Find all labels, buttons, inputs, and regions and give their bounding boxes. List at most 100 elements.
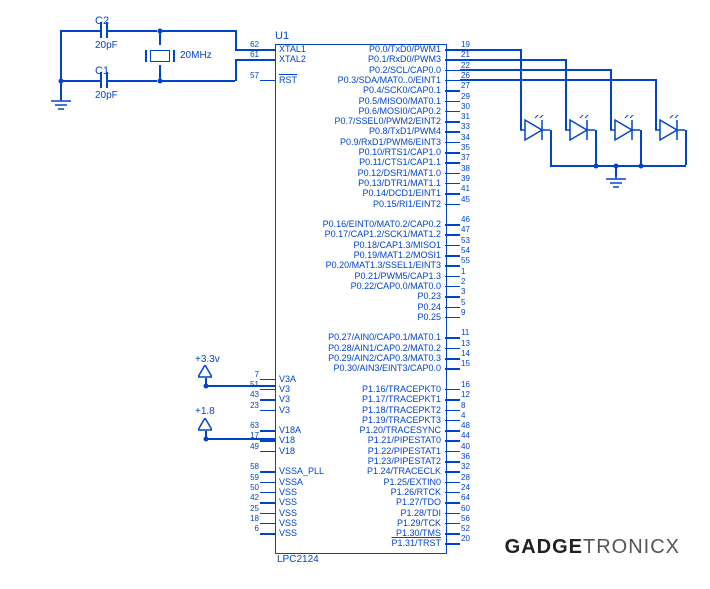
pin-num: 2: [461, 277, 465, 286]
pin-label: VSS: [279, 528, 297, 538]
pin-num: 15: [461, 359, 470, 368]
pin-label: P0.11/CTS1/CAP1.1: [359, 157, 441, 167]
pin-num: 13: [461, 339, 470, 348]
pin-label: P1.18/TRACEPKT2: [362, 405, 441, 415]
pin-num: 46: [461, 215, 470, 224]
pin-label: P0.3/SDA/MAT0..0/EINT1: [338, 75, 441, 85]
pin-num: 37: [461, 153, 470, 162]
pin-num: 59: [245, 473, 259, 482]
pin-label: VSS: [279, 487, 297, 497]
pin-num: 62: [245, 40, 259, 49]
pin-num: 31: [461, 112, 470, 121]
pin-label: P0.23: [417, 291, 441, 301]
pin-num: 61: [245, 50, 259, 59]
led-2: [565, 115, 605, 155]
pin-num: 53: [461, 236, 470, 245]
pin-num: 8: [461, 401, 465, 410]
pin-label: P0.25: [417, 312, 441, 322]
pin-label: P0.29/AIN2/CAP0.3/MAT0.3: [328, 353, 441, 363]
pin-num: 30: [461, 102, 470, 111]
pin-label: VSSA: [279, 477, 303, 487]
pin-label: P1.26/RTCK: [391, 487, 441, 497]
pin-label: P1.23/PIPESTAT2: [368, 456, 441, 466]
pin-label: XTAL1: [279, 44, 306, 54]
pin-label: P1.22/PIPESTAT1: [368, 446, 441, 456]
pin-label: P0.1/RxD0/PWM3: [368, 54, 441, 64]
ground-icon: [600, 176, 632, 190]
pin-label: P0.14/DCD1/EINT1: [362, 188, 441, 198]
pin-num: 7: [245, 370, 259, 379]
pin-num: 43: [245, 390, 259, 399]
pin-num: 18: [245, 514, 259, 523]
pin-label: V3A: [279, 374, 296, 384]
c1-val: 20pF: [95, 90, 118, 101]
pin-label: VSS: [279, 508, 297, 518]
pin-label: P0.10/RTS1/CAP1.0: [359, 147, 441, 157]
pin-num: 34: [461, 133, 470, 142]
led-3: [610, 115, 650, 155]
pin-label: VSSA_PLL: [279, 466, 324, 476]
pin-num: 28: [461, 473, 470, 482]
pin-num: 6: [245, 524, 259, 533]
pin-label: V18A: [279, 425, 301, 435]
pin-num: 36: [461, 452, 470, 461]
pin-num: 54: [461, 246, 470, 255]
pin-label: P1.31/TRST: [391, 538, 441, 548]
pin-label: P0.19/MAT1.2/MOSI1: [354, 250, 441, 260]
pin-num: 48: [461, 421, 470, 430]
pin-num: 16: [461, 380, 470, 389]
pin-label: P0.16/EINT0/MAT0.2/CAP0.2: [323, 219, 441, 229]
pin-num: 55: [461, 256, 470, 265]
pin-label: P1.17/TRACEPKT1: [362, 394, 441, 404]
crystal: [150, 50, 170, 62]
pin-label: V3: [279, 394, 290, 404]
pin-label: P1.29/TCK: [397, 518, 441, 528]
pin-label: P0.15/RI1/EINT2: [373, 199, 441, 209]
pin-label: VSS: [279, 497, 297, 507]
pin-num: 23: [245, 401, 259, 410]
pin-label: P0.18/CAP1.3/MISO1: [353, 240, 441, 250]
pin-num: 12: [461, 390, 470, 399]
pin-num: 19: [461, 40, 470, 49]
pin-num: 27: [461, 81, 470, 90]
pin-num: 49: [245, 442, 259, 451]
pin-label: P1.28/TDI: [400, 508, 441, 518]
pin-num: 41: [461, 184, 470, 193]
pin-label: V18: [279, 435, 295, 445]
pin-num: 29: [461, 92, 470, 101]
pin-num: 56: [461, 514, 470, 523]
v18-label: +1.8: [195, 406, 215, 417]
pin-num: 1: [461, 267, 465, 276]
pin-label: P0.22/CAP0.0/MAT0.0: [351, 281, 441, 291]
pin-num: 5: [461, 298, 465, 307]
pin-label: P1.16/TRACEPKT0: [362, 384, 441, 394]
xtal-val: 20MHz: [180, 50, 212, 61]
pin-num: 50: [245, 483, 259, 492]
pin-num: 9: [461, 308, 465, 317]
pin-num: 44: [461, 431, 470, 440]
pin-num: 20: [461, 534, 470, 543]
pin-label: VSS: [279, 518, 297, 528]
pin-label: P0.6/MOSI0/CAP0.2: [358, 106, 441, 116]
pin-num: 40: [461, 442, 470, 451]
pin-num: 63: [245, 421, 259, 430]
pin-label: P1.27/TDO: [396, 497, 441, 507]
pin-num: 21: [461, 50, 470, 59]
pin-num: 14: [461, 349, 470, 358]
brand-watermark: GADGETRONICX: [505, 536, 680, 559]
ref-u1: U1: [275, 30, 289, 42]
pin-num: 58: [245, 462, 259, 471]
led-1: [520, 115, 560, 155]
pin-num: 47: [461, 225, 470, 234]
pin-label: P0.5/MISO0/MAT0.1: [359, 96, 441, 106]
pin-label: P0.0/TxD0/PWM1: [369, 44, 441, 54]
pin-label: P0.2/SCL/CAP0.0: [369, 65, 441, 75]
c2-val: 20pF: [95, 40, 118, 51]
pin-num: 57: [245, 71, 259, 80]
pin-num: 4: [461, 411, 465, 420]
pin-num: 33: [461, 122, 470, 131]
pin-label: P0.27/AIN0/CAP0.1/MAT0.1: [328, 332, 441, 342]
pin-num: 39: [461, 174, 470, 183]
pin-num: 32: [461, 462, 470, 471]
pin-num: 42: [245, 493, 259, 502]
